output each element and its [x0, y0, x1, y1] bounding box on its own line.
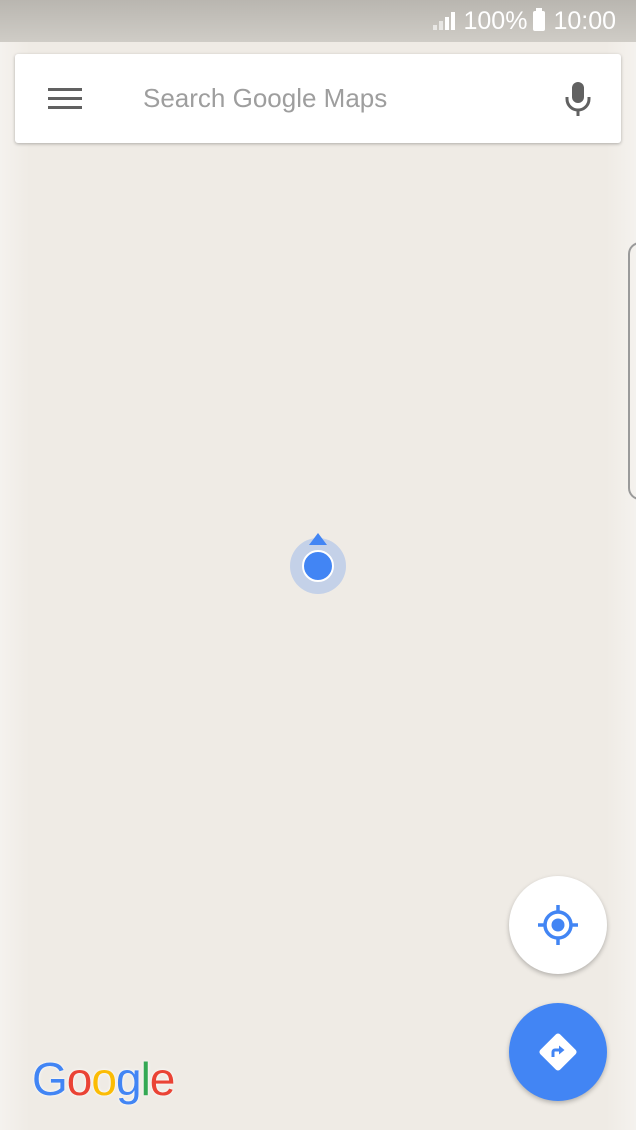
my-location-button[interactable]	[509, 876, 607, 974]
edge-panel-handle[interactable]	[628, 242, 636, 500]
voice-search-button[interactable]	[535, 54, 621, 143]
my-location-icon	[538, 905, 578, 945]
battery-percent: 100%	[463, 6, 528, 35]
logo-letter: l	[140, 1053, 151, 1105]
search-bar	[15, 54, 621, 143]
logo-letter: G	[32, 1053, 68, 1105]
status-bar: 100% 10:00	[0, 0, 636, 42]
menu-icon	[48, 87, 82, 111]
google-logo: Google	[32, 1052, 176, 1106]
directions-button[interactable]	[509, 1003, 607, 1101]
signal-icon	[433, 12, 456, 30]
logo-letter: g	[115, 1053, 142, 1105]
location-dot	[302, 550, 334, 582]
microphone-icon	[565, 81, 591, 116]
logo-letter: o	[91, 1053, 117, 1105]
clock: 10:00	[553, 6, 616, 35]
logo-letter: e	[149, 1053, 176, 1105]
heading-arrow-icon	[309, 533, 327, 545]
search-input[interactable]	[115, 67, 535, 130]
logo-letter: o	[66, 1053, 93, 1105]
directions-icon	[539, 1033, 577, 1071]
my-location-marker-icon	[290, 531, 346, 594]
map-screen: 100% 10:00 Search Google Maps Google	[0, 0, 636, 1130]
menu-button[interactable]	[15, 54, 115, 143]
battery-icon	[533, 8, 546, 31]
